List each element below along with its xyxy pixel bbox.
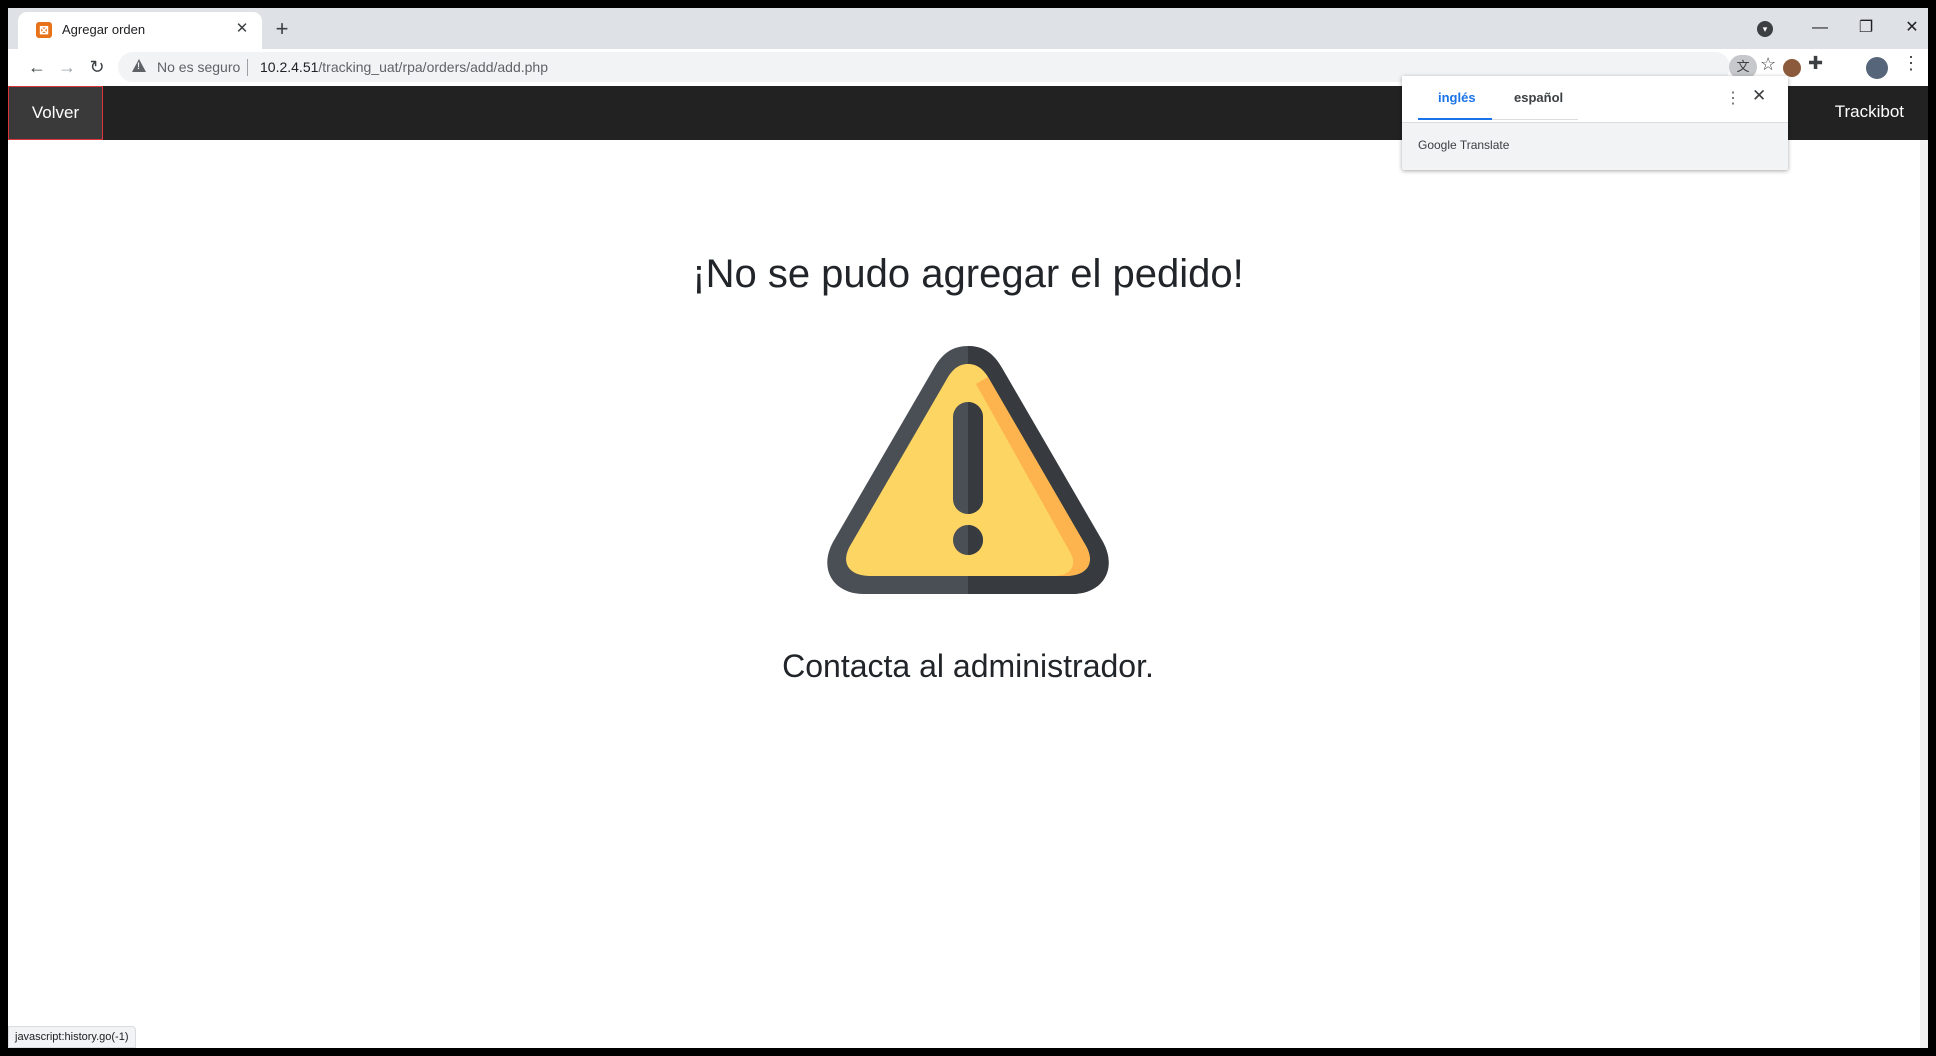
active-tab-underline bbox=[1418, 118, 1492, 120]
url-path: /tracking_uat/rpa/orders/add/add.php bbox=[318, 59, 548, 75]
lang-tab-espanol[interactable]: español bbox=[1514, 90, 1563, 114]
google-translate-label: Google Translate bbox=[1418, 138, 1510, 152]
error-headline: ¡No se pudo agregar el pedido! bbox=[692, 252, 1244, 296]
url-text[interactable]: 10.2.4.51/tracking_uat/rpa/orders/add/ad… bbox=[260, 59, 548, 75]
not-secure-warning-icon[interactable] bbox=[132, 59, 146, 72]
lang-tab-ingles[interactable]: inglés bbox=[1438, 90, 1476, 114]
security-label[interactable]: No es seguro bbox=[157, 59, 240, 75]
tab-strip: ⊠ Agregar orden ✕ + ▾ — ❐ ✕ bbox=[8, 8, 1928, 49]
web-page: Volver Trackibot ¡No se pudo agregar el … bbox=[8, 86, 1928, 1048]
minimize-button[interactable]: — bbox=[1802, 14, 1838, 42]
link-status-bar: javascript:history.go(-1) bbox=[8, 1026, 136, 1048]
url-host: 10.2.4.51 bbox=[260, 59, 319, 75]
extensions-puzzle-icon[interactable]: ✚ bbox=[1808, 53, 1823, 74]
close-window-button[interactable]: ✕ bbox=[1894, 14, 1928, 42]
reload-icon[interactable]: ↻ bbox=[84, 54, 110, 80]
translate-popup: inglés español ⋮ ✕ Google Translate bbox=[1402, 76, 1788, 170]
back-arrow-icon[interactable]: ← bbox=[24, 54, 50, 80]
bookmark-star-icon[interactable]: ☆ bbox=[1760, 54, 1776, 75]
browser-menu-icon[interactable]: ⋮ bbox=[1902, 53, 1920, 74]
translate-close-icon[interactable]: ✕ bbox=[1752, 86, 1766, 106]
tab-close-icon[interactable]: ✕ bbox=[232, 19, 252, 39]
brand-link[interactable]: Trackibot bbox=[1835, 102, 1904, 122]
warning-triangle-icon bbox=[827, 346, 1109, 594]
forward-arrow-icon[interactable]: → bbox=[54, 54, 80, 80]
address-divider bbox=[247, 59, 248, 76]
profile-avatar-icon[interactable] bbox=[1866, 57, 1888, 79]
tab-search-icon[interactable]: ▾ bbox=[1757, 21, 1773, 37]
translate-options-icon[interactable]: ⋮ bbox=[1725, 88, 1741, 108]
tab-divider bbox=[1492, 119, 1578, 120]
xampp-favicon-icon: ⊠ bbox=[36, 22, 52, 38]
new-tab-button[interactable]: + bbox=[268, 16, 296, 44]
tab-title: Agregar orden bbox=[62, 22, 146, 37]
translate-popup-header: inglés español ⋮ ✕ bbox=[1402, 76, 1788, 123]
browser-window: ⊠ Agregar orden ✕ + ▾ — ❐ ✕ ← → ↻ No es … bbox=[8, 8, 1928, 1048]
page-scrollbar[interactable] bbox=[1920, 140, 1928, 1048]
contact-admin-text: Contacta al administrador. bbox=[782, 648, 1154, 684]
volver-button[interactable]: Volver bbox=[8, 86, 103, 140]
restore-button[interactable]: ❐ bbox=[1848, 14, 1884, 42]
extension-avatar-icon[interactable] bbox=[1783, 59, 1801, 77]
tab-agregar-orden[interactable]: ⊠ Agregar orden ✕ bbox=[18, 12, 262, 49]
